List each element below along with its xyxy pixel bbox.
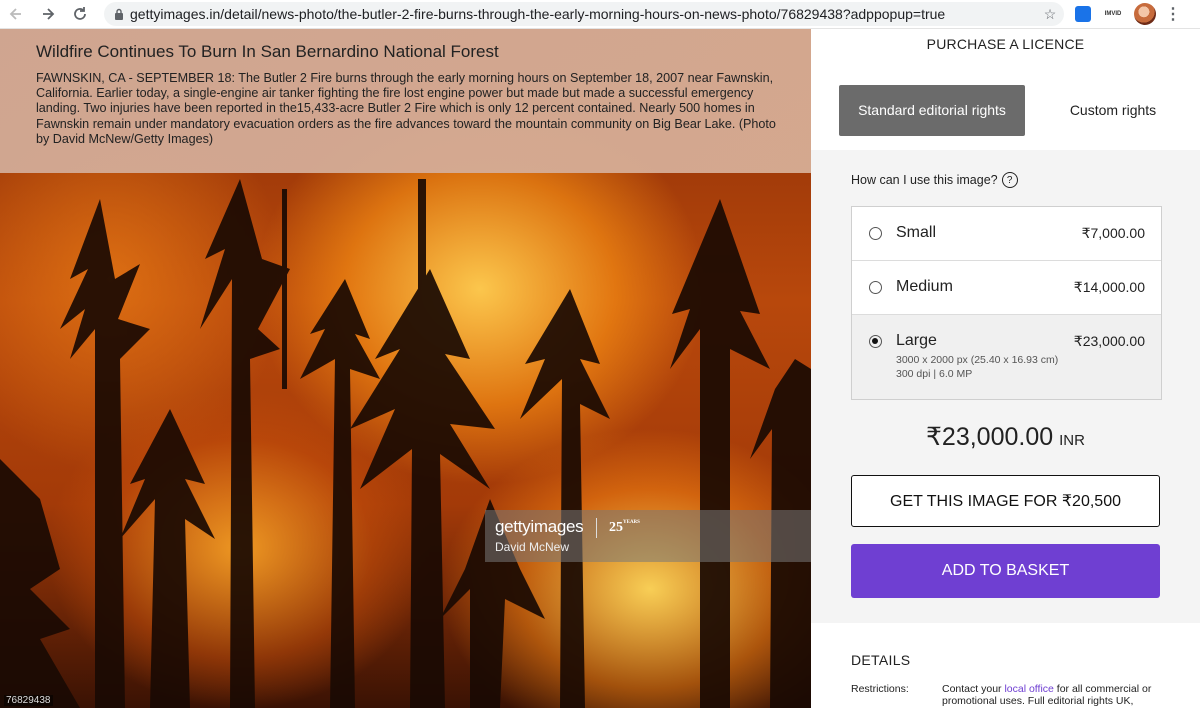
size-price: ₹14,000.00 [1073, 279, 1145, 295]
forward-arrow-icon[interactable] [36, 2, 60, 26]
imvid-extension-icon[interactable]: IMVID [1102, 3, 1124, 25]
size-price: ₹23,000.00 [1073, 333, 1145, 349]
usage-question: How can I use this image? ? [851, 172, 1018, 188]
watermark: gettyimages 25YEARS David McNew [485, 510, 811, 562]
avatar[interactable] [1134, 3, 1156, 25]
news-photo[interactable]: Wildfire Continues To Burn In San Bernar… [0, 29, 811, 708]
watermark-divider [596, 518, 597, 538]
total-currency: INR [1059, 432, 1085, 449]
size-option-small[interactable]: Small ₹7,000.00 [852, 207, 1161, 261]
restrictions-label: Restrictions: [851, 683, 909, 695]
size-name: Medium [896, 278, 953, 295]
radio-small[interactable] [869, 227, 882, 240]
size-name: Small [896, 224, 937, 241]
years-badge: 25YEARS [609, 520, 640, 535]
usage-question-text: How can I use this image? [851, 173, 998, 187]
tab-standard-editorial-rights[interactable]: Standard editorial rights [839, 85, 1025, 136]
address-bar[interactable]: gettyimages.in/detail/news-photo/the-but… [104, 2, 1064, 26]
star-icon[interactable]: ☆ [1036, 2, 1064, 26]
details-heading: DETAILS [851, 652, 911, 668]
size-option-medium[interactable]: Medium ₹14,000.00 [852, 261, 1161, 315]
restrictions-text: Contact your local office for all commer… [942, 683, 1174, 707]
size-price: ₹7,000.00 [1081, 225, 1145, 241]
size-dimensions: 3000 x 2000 px (25.40 x 16.93 cm) [896, 354, 1059, 366]
back-arrow-icon[interactable] [4, 2, 28, 26]
size-option-large[interactable]: Large ₹23,000.00 3000 x 2000 px (25.40 x… [852, 315, 1161, 399]
size-options: Small ₹7,000.00 Medium ₹14,000.00 Large … [851, 206, 1162, 400]
get-this-image-button[interactable]: GET THIS IMAGE FOR ₹20,500 [851, 475, 1160, 527]
image-id: 76829438 [4, 695, 53, 706]
photo-title: Wildfire Continues To Burn In San Bernar… [36, 42, 499, 61]
radio-medium[interactable] [869, 281, 882, 294]
caption-panel: Wildfire Continues To Burn In San Bernar… [0, 29, 811, 173]
total-price: ₹23,000.00 INR [811, 422, 1200, 452]
menu-kebab-icon[interactable]: ⋮ [1164, 4, 1182, 24]
purchase-heading: PURCHASE A LICENCE [926, 36, 1085, 52]
purchase-panel: PURCHASE A LICENCE Standard editorial ri… [811, 29, 1200, 708]
reload-icon[interactable] [68, 2, 92, 26]
photo-credit: David McNew [495, 540, 570, 554]
add-to-basket-button[interactable]: ADD TO BASKET [851, 544, 1160, 598]
url-text: gettyimages.in/detail/news-photo/the-but… [130, 6, 946, 22]
lock-icon [108, 2, 130, 26]
size-resolution: 300 dpi | 6.0 MP [896, 368, 973, 380]
browser-toolbar: gettyimages.in/detail/news-photo/the-but… [0, 0, 1200, 29]
details-section: DETAILS Restrictions: Contact your local… [811, 623, 1200, 708]
help-icon[interactable]: ? [1001, 172, 1018, 188]
restrictions-pre: Contact your [942, 683, 1005, 695]
tab-custom-rights[interactable]: Custom rights [1051, 85, 1175, 136]
licence-header: PURCHASE A LICENCE Standard editorial ri… [811, 29, 1200, 150]
radio-large[interactable] [869, 335, 882, 348]
photo-caption: FAWNSKIN, CA - SEPTEMBER 18: The Butler … [36, 71, 776, 146]
extension-icon[interactable] [1072, 3, 1094, 25]
total-amount: ₹23,000.00 [926, 423, 1054, 451]
gettyimages-logo: gettyimages [495, 517, 584, 536]
size-name: Large [896, 332, 937, 349]
local-office-link[interactable]: local office [1004, 683, 1053, 695]
